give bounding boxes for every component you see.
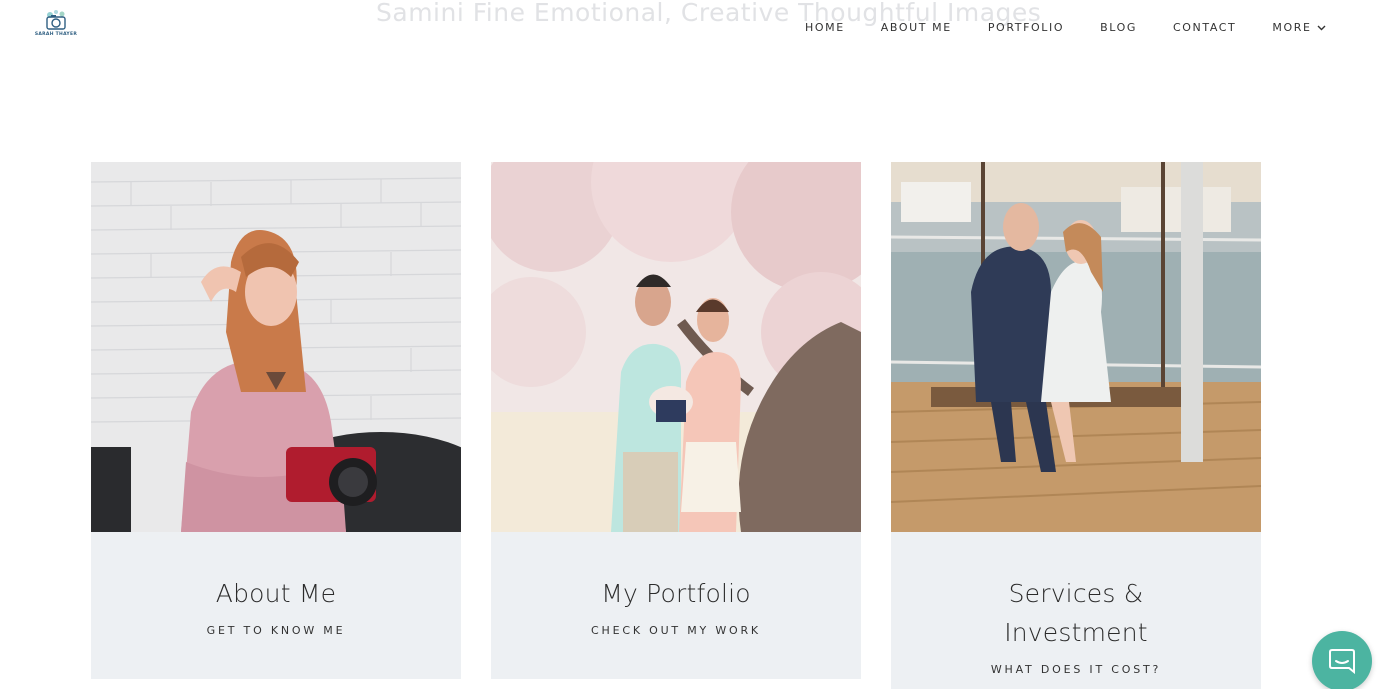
nav-home[interactable]: HOME: [805, 21, 845, 34]
card-title[interactable]: Services & Investment: [961, 574, 1191, 652]
card-title[interactable]: My Portfolio: [491, 574, 861, 613]
services-card[interactable]: Services & Investment WHAT DOES IT COST?: [891, 162, 1261, 689]
card-title[interactable]: About Me: [91, 574, 461, 613]
about-me-photo[interactable]: [91, 162, 461, 532]
card-subtitle[interactable]: CHECK OUT MY WORK: [491, 624, 861, 637]
chat-launcher-button[interactable]: [1312, 631, 1372, 689]
nav-more-label: MORE: [1272, 21, 1312, 34]
page: Samini Fine Emotional, Creative Thoughtf…: [0, 0, 1379, 689]
nav-more[interactable]: MORE: [1272, 21, 1326, 34]
nav-portfolio[interactable]: PORTFOLIO: [988, 21, 1064, 34]
nav-about-me[interactable]: ABOUT ME: [881, 21, 952, 34]
chevron-down-icon: [1317, 25, 1326, 30]
nav-contact[interactable]: CONTACT: [1173, 21, 1236, 34]
portfolio-card[interactable]: My Portfolio CHECK OUT MY WORK: [491, 162, 861, 679]
site-logo[interactable]: SARAH THAYER: [34, 9, 78, 41]
portfolio-card-body: My Portfolio CHECK OUT MY WORK: [491, 532, 861, 637]
logo-text: SARAH THAYER: [34, 32, 78, 37]
site-header: SARAH THAYER HOME ABOUT ME PORTFOLIO BLO…: [0, 0, 1379, 60]
about-me-card[interactable]: About Me GET TO KNOW ME: [91, 162, 461, 679]
camera-logo-icon: [46, 10, 66, 30]
chat-bubble-icon: [1329, 649, 1355, 674]
main-nav: HOME ABOUT ME PORTFOLIO BLOG CONTACT MOR…: [805, 21, 1326, 34]
portfolio-photo[interactable]: [491, 162, 861, 532]
nav-blog[interactable]: BLOG: [1100, 21, 1137, 34]
services-photo[interactable]: [891, 162, 1261, 532]
services-card-body: Services & Investment WHAT DOES IT COST?: [891, 532, 1261, 676]
card-subtitle[interactable]: GET TO KNOW ME: [91, 624, 461, 637]
card-subtitle[interactable]: WHAT DOES IT COST?: [891, 663, 1261, 676]
about-me-card-body: About Me GET TO KNOW ME: [91, 532, 461, 637]
